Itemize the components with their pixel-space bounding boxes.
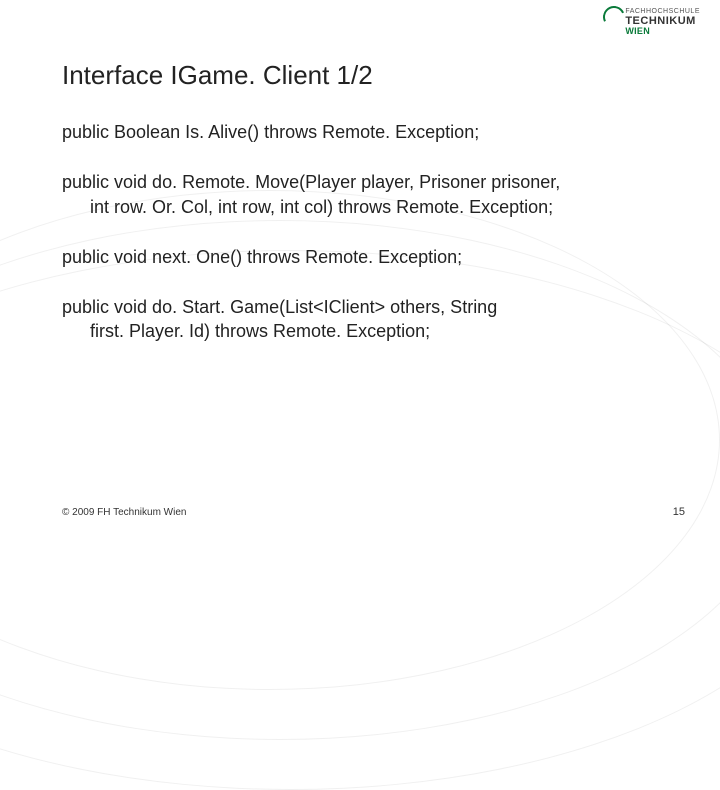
footer-copyright: © 2009 FH Technikum Wien: [62, 507, 186, 518]
code-paragraph: public void do. Start. Game(List<IClient…: [62, 295, 660, 344]
logo-line1: FACHHOCHSCHULE: [625, 8, 700, 15]
code-paragraph: public void next. One() throws Remote. E…: [62, 245, 660, 269]
code-line: public void do. Remote. Move(Player play…: [62, 172, 560, 192]
logo-arc-icon: [600, 3, 628, 31]
code-paragraph: public void do. Remote. Move(Player play…: [62, 170, 660, 219]
slide-title: Interface IGame. Client 1/2: [62, 60, 373, 91]
logo-line3: WIEN: [625, 27, 700, 36]
code-paragraph: public Boolean Is. Alive() throws Remote…: [62, 120, 660, 144]
institution-logo: FACHHOCHSCHULE TECHNIKUM WIEN: [625, 8, 700, 36]
code-line: public void next. One() throws Remote. E…: [62, 247, 462, 267]
code-line: public void do. Start. Game(List<IClient…: [62, 297, 497, 317]
footer-page-number: 15: [673, 506, 685, 518]
slide-body: public Boolean Is. Alive() throws Remote…: [62, 120, 660, 370]
code-line-indent: first. Player. Id) throws Remote. Except…: [62, 319, 660, 343]
code-line-indent: int row. Or. Col, int row, int col) thro…: [62, 195, 660, 219]
code-line: public Boolean Is. Alive() throws Remote…: [62, 122, 479, 142]
